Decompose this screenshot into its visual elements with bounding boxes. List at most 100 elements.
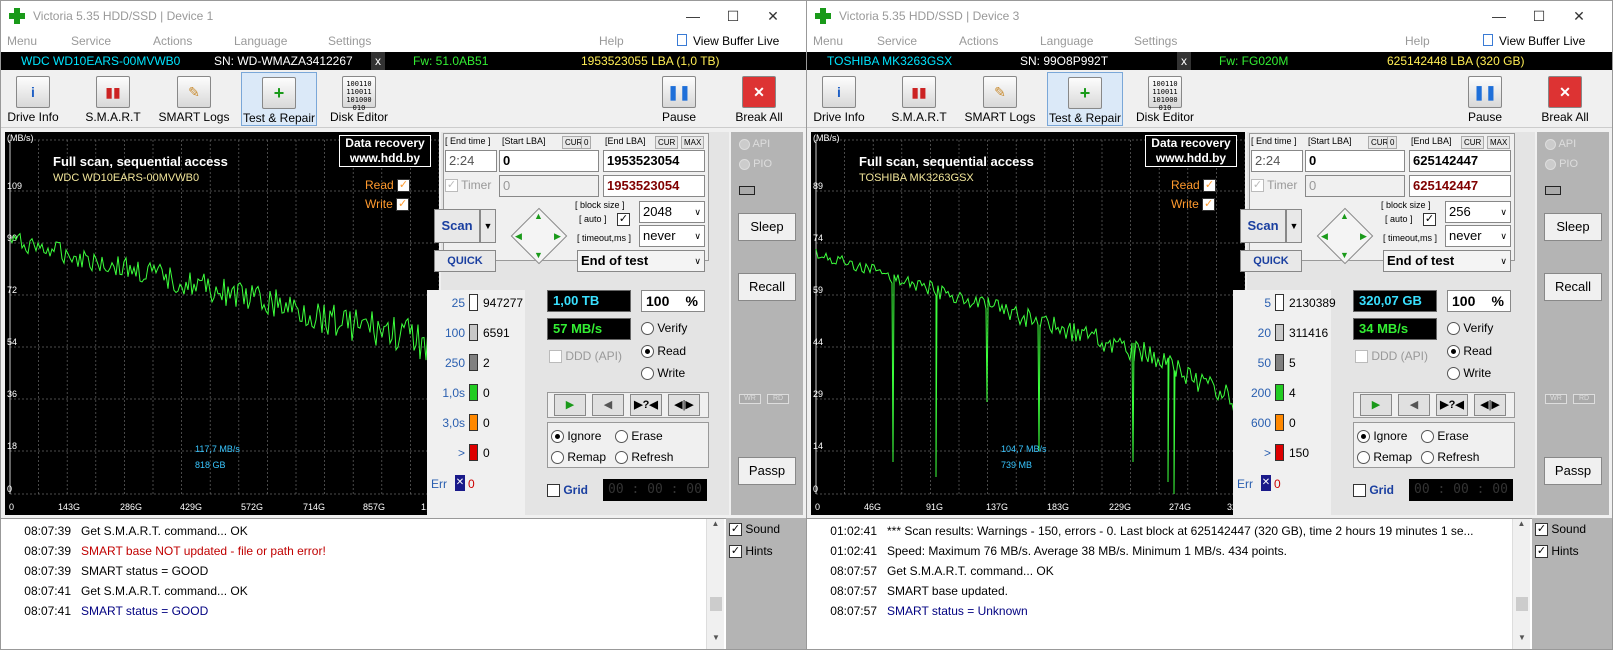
grid-checkbox[interactable] [547,484,560,498]
scroll-thumb[interactable] [1516,597,1528,611]
minimize-button[interactable]: — [673,5,713,27]
timer-checkbox[interactable]: ✓ [1251,179,1264,193]
skip-unknown-icon[interactable]: ▶?◀ [1436,394,1468,416]
end-lba-secondary-field[interactable]: 625142447 [1409,175,1511,197]
pause-button[interactable]: ❚❚ Pause [1463,72,1507,126]
hints-toggle[interactable]: ✓ Hints [1535,544,1579,559]
sound-checkbox[interactable]: ✓ [729,523,742,537]
erase-radio[interactable]: Erase [1421,429,1469,444]
api-radio[interactable]: API [1545,138,1576,150]
scan-button[interactable]: Scan [1240,209,1286,243]
smart-button[interactable]: ▮▮ S.M.A.R.T [81,72,145,126]
direction-pad[interactable]: ▲ ▼ ◀ ▶ [509,206,569,266]
arrow-down-icon[interactable]: ▼ [1340,250,1349,260]
block-size-select[interactable]: 2048 ∨ [639,201,705,223]
arrow-left-icon[interactable]: ◀ [515,231,522,242]
direction-pad[interactable]: ▲ ▼ ◀ ▶ [1315,206,1375,266]
timer-toggle[interactable]: ✓ Timer [445,178,491,193]
hints-checkbox[interactable]: ✓ [1535,545,1548,559]
break-all-button[interactable]: ✕ Break All [1535,72,1595,126]
start-lba-field[interactable]: 0 [1305,150,1405,172]
play-icon[interactable]: ▶ [1360,394,1392,416]
scroll-down-icon[interactable]: ▼ [1518,633,1526,642]
recall-button[interactable]: Recall [1544,273,1602,301]
hints-checkbox[interactable]: ✓ [729,545,742,559]
write-legend-checkbox[interactable]: ✓ [1202,198,1216,212]
data-recovery-banner[interactable]: Data recovery www.hdd.by [1145,135,1237,167]
ddd-api-checkbox[interactable] [1355,350,1368,364]
quick-button[interactable]: QUICK [434,250,496,272]
ignore-radio[interactable]: Ignore [551,429,601,444]
timer-field[interactable]: 0 [1305,175,1405,197]
start-zero-button[interactable]: 0 [581,136,592,149]
erase-radio[interactable]: Erase [615,429,663,444]
arrow-up-icon[interactable]: ▲ [1340,211,1349,221]
menu-item-menu[interactable]: Menu [813,34,843,48]
end-max-button[interactable]: MAX [1487,136,1511,149]
break-all-button[interactable]: ✕ Break All [729,72,789,126]
passp-button[interactable]: Passp [1544,457,1602,485]
log-scrollbar[interactable]: ▲ ▼ [706,519,724,649]
verify-radio[interactable]: Verify [1447,321,1493,336]
disk-editor-button[interactable]: 100110 110011 101000 010 Disk Editor [1133,72,1197,126]
close-device-button[interactable]: x [371,52,385,70]
smart-button[interactable]: ▮▮ S.M.A.R.T [887,72,951,126]
write-radio[interactable]: Write [1447,366,1491,381]
write-legend-checkbox[interactable]: ✓ [396,198,410,212]
start-lba-field[interactable]: 0 [499,150,599,172]
skip-unknown-icon[interactable]: ▶?◀ [630,394,662,416]
log-scrollbar[interactable]: ▲ ▼ [1512,519,1530,649]
start-zero-button[interactable]: 0 [1387,136,1398,149]
menu-item-help[interactable]: Help [1405,34,1430,48]
sleep-button[interactable]: Sleep [1544,213,1602,241]
auto-checkbox[interactable]: ✓ [1423,213,1436,226]
end-icon[interactable]: ◀|▶ [668,394,700,416]
rewind-icon[interactable]: ◀ [1398,394,1430,416]
menu-item-actions[interactable]: Actions [153,34,192,48]
remap-radio[interactable]: Remap [551,450,606,465]
timeout-select[interactable]: never ∨ [639,225,705,247]
write-radio[interactable]: Write [641,366,685,381]
end-lba-field[interactable]: 1953523054 [603,150,705,172]
grid-toggle[interactable]: Grid [1353,483,1394,498]
menu-item-service[interactable]: Service [877,34,917,48]
ddd-api-toggle[interactable]: DDD (API) [549,349,622,364]
grid-checkbox[interactable] [1353,484,1366,498]
block-size-select[interactable]: 256 ∨ [1445,201,1511,223]
smart-logs-button[interactable]: ✎ SMART Logs [157,72,231,126]
scroll-thumb[interactable] [710,597,722,611]
test-repair-button[interactable]: + Test & Repair [1047,72,1123,126]
end-lba-secondary-field[interactable]: 1953523054 [603,175,705,197]
scroll-up-icon[interactable]: ▲ [707,519,724,528]
end-of-test-select[interactable]: End of test ∨ [1383,250,1511,272]
timer-field[interactable]: 0 [499,175,599,197]
scan-dropdown-button[interactable]: ▼ [480,209,496,243]
play-icon[interactable]: ▶ [554,394,586,416]
grid-toggle[interactable]: Grid [547,483,588,498]
menu-item-settings[interactable]: Settings [328,34,371,48]
end-lba-field[interactable]: 625142447 [1409,150,1511,172]
pause-button[interactable]: ❚❚ Pause [657,72,701,126]
arrow-down-icon[interactable]: ▼ [534,250,543,260]
smart-logs-button[interactable]: ✎ SMART Logs [963,72,1037,126]
passp-button[interactable]: Passp [738,457,796,485]
menu-item-language[interactable]: Language [1040,34,1093,48]
menu-item-help[interactable]: Help [599,34,624,48]
disk-editor-button[interactable]: 100110 110011 101000 010 Disk Editor [327,72,391,126]
maximize-button[interactable]: ☐ [713,5,753,27]
close-device-button[interactable]: x [1177,52,1191,70]
menu-item-settings[interactable]: Settings [1134,34,1177,48]
refresh-radio[interactable]: Refresh [615,450,673,465]
read-legend-checkbox[interactable]: ✓ [397,179,411,193]
arrow-left-icon[interactable]: ◀ [1321,231,1328,242]
view-buffer-live[interactable]: View Buffer Live [1499,34,1585,48]
ddd-api-checkbox[interactable] [549,350,562,364]
sound-toggle[interactable]: ✓ Sound [1535,522,1586,537]
maximize-button[interactable]: ☐ [1519,5,1559,27]
refresh-radio[interactable]: Refresh [1421,450,1479,465]
recall-button[interactable]: Recall [738,273,796,301]
verify-radio[interactable]: Verify [641,321,687,336]
arrow-right-icon[interactable]: ▶ [1360,231,1367,242]
arrow-up-icon[interactable]: ▲ [534,211,543,221]
timer-checkbox[interactable]: ✓ [445,179,458,193]
